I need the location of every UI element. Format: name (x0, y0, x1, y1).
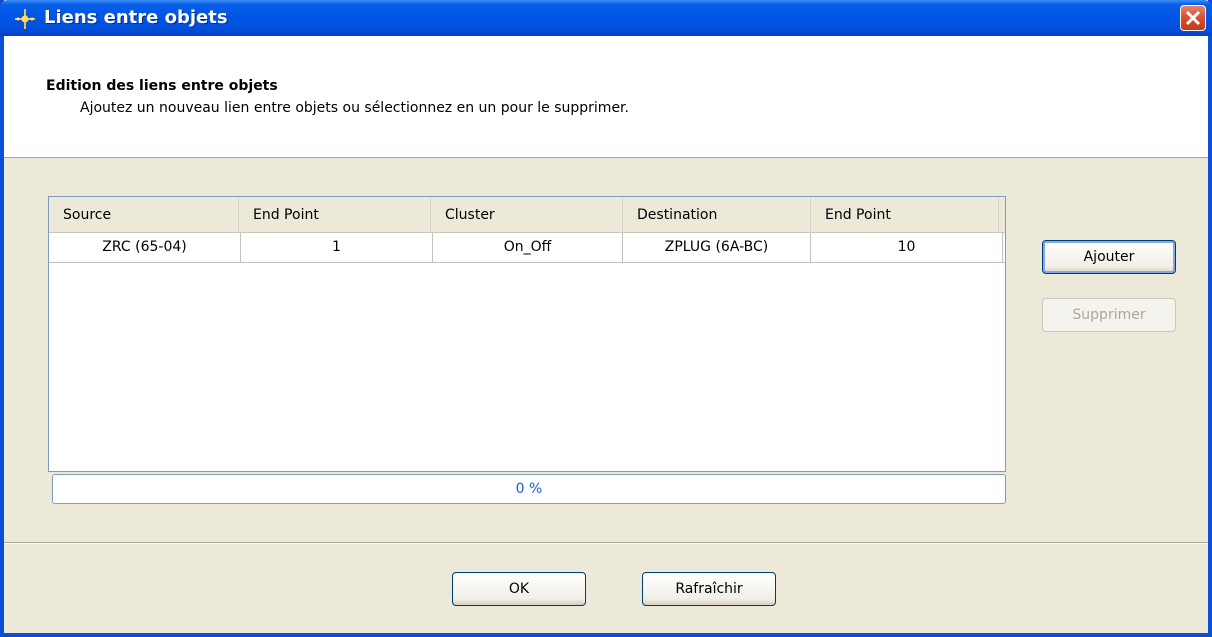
close-button[interactable] (1180, 5, 1206, 31)
title-bar[interactable]: Liens entre objets (0, 0, 1212, 36)
add-button[interactable]: Ajouter (1042, 240, 1176, 274)
table-row[interactable]: ZRC (65-04) 1 On_Off ZPLUG (6A-BC) 10 (49, 233, 1005, 263)
window-title: Liens entre objets (44, 7, 228, 28)
footer-divider (4, 542, 1208, 544)
column-header-destination-endpoint[interactable]: End Point (811, 197, 999, 233)
table-header: Source End Point Cluster Destination End… (49, 197, 1005, 233)
cell-source: ZRC (65-04) (49, 233, 241, 263)
ok-button[interactable]: OK (452, 572, 586, 606)
page-subtitle: Ajoutez un nouveau lien entre objets ou … (80, 100, 629, 116)
dialog-window: Liens entre objets Edition des liens ent… (0, 0, 1212, 637)
close-icon (1185, 10, 1201, 26)
delete-button[interactable]: Supprimer (1042, 298, 1176, 332)
cell-destination-endpoint: 10 (811, 233, 1003, 263)
column-header-destination[interactable]: Destination (623, 197, 811, 233)
header-panel: Edition des liens entre objets Ajoutez u… (4, 36, 1208, 158)
column-header-source[interactable]: Source (49, 197, 239, 233)
sparkle-icon (15, 9, 35, 29)
cell-source-endpoint: 1 (241, 233, 433, 263)
cell-destination: ZPLUG (6A-BC) (623, 233, 811, 263)
page-title: Edition des liens entre objets (46, 78, 278, 94)
progress-label: 0 % (515, 481, 543, 497)
links-table[interactable]: Source End Point Cluster Destination End… (48, 196, 1006, 472)
column-header-source-endpoint[interactable]: End Point (239, 197, 431, 233)
refresh-button[interactable]: Rafraîchir (642, 572, 776, 606)
progress-bar: 0 % (52, 474, 1006, 504)
column-header-cluster[interactable]: Cluster (431, 197, 623, 233)
cell-cluster: On_Off (433, 233, 623, 263)
